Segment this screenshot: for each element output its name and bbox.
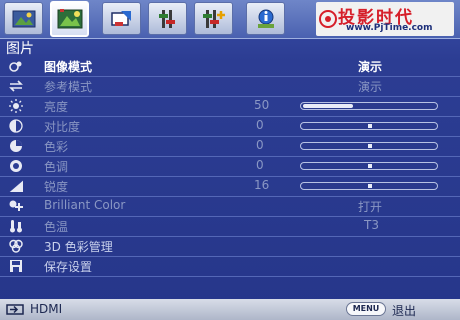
tint-icon: [10, 160, 22, 172]
color-slider[interactable]: [300, 142, 438, 150]
settings-advanced-tab-icon: [202, 9, 225, 28]
menu-key-badge[interactable]: MENU: [346, 302, 386, 316]
site-watermark: 投影时代 www.PjTime.com: [316, 2, 454, 36]
input-source-icon: [6, 304, 24, 315]
tab-picture[interactable]: [4, 2, 43, 35]
save-settings-label: 保存设置: [44, 260, 93, 274]
brightness-label: 亮度: [44, 100, 69, 114]
menu-row-tint[interactable]: 色调 0: [0, 157, 460, 177]
color-slider-knob: [368, 144, 372, 148]
menu-row-picture-mode[interactable]: 图像模式 演示: [0, 57, 460, 77]
picture-mode-value: 演示: [358, 60, 383, 74]
picture-tab-icon: [12, 10, 35, 27]
menu-section-title: 图片: [6, 41, 34, 57]
tint-value: 0: [256, 158, 264, 172]
contrast-label: 对比度: [44, 120, 81, 134]
color-temperature-label: 色温: [44, 220, 69, 234]
menu-row-save-settings[interactable]: 保存设置: [0, 257, 460, 277]
settings-basic-tab-icon: [158, 9, 175, 28]
brightness-slider[interactable]: [300, 102, 438, 110]
save-icon: [10, 260, 22, 272]
picture-mode-label: 图像模式: [44, 60, 93, 74]
sharpness-slider[interactable]: [300, 182, 438, 190]
contrast-slider[interactable]: [300, 122, 438, 130]
tab-display[interactable]: [102, 2, 141, 35]
brilliant-color-value: 打开: [358, 200, 383, 214]
color-temperature-value: T3: [364, 218, 379, 232]
tint-label: 色调: [44, 160, 69, 174]
reference-mode-value: 演示: [358, 80, 383, 94]
sharpness-icon: [8, 179, 24, 193]
brightness-slider-fill: [303, 104, 353, 108]
display-tab-icon: [110, 10, 131, 26]
contrast-value: 0: [256, 118, 264, 132]
tab-information[interactable]: [246, 2, 285, 35]
advanced-picture-tab-icon: [57, 9, 82, 29]
menu-row-contrast[interactable]: 对比度 0: [0, 117, 460, 137]
menu-row-color-temperature[interactable]: 色温 T3: [0, 217, 460, 237]
bottom-status-bar: HDMI MENU 退出: [0, 299, 460, 320]
picture-mode-icon: [9, 61, 22, 72]
sharpness-label: 锐度: [44, 180, 69, 194]
color-temperature-icon: [10, 220, 22, 233]
information-tab-icon: [257, 9, 274, 28]
color-icon: [10, 140, 22, 152]
brilliant-color-icon: [9, 200, 23, 211]
3d-color-icon: [9, 239, 23, 253]
projector-osd-screen: 投影时代 www.PjTime.com 图片 图像模式 演示 参考模式 演示 亮…: [0, 0, 460, 320]
3d-color-management-label: 3D 色彩管理: [44, 240, 113, 254]
brilliant-color-label: Brilliant Color: [44, 198, 126, 212]
brightness-value: 50: [254, 98, 270, 112]
tint-slider-knob: [368, 164, 372, 168]
menu-row-3d-color-management[interactable]: 3D 色彩管理: [0, 237, 460, 257]
menu-row-brightness[interactable]: 亮度 50: [0, 97, 460, 117]
input-source-label: HDMI: [30, 302, 63, 316]
menu-row-reference-mode: 参考模式 演示: [0, 77, 460, 97]
reference-mode-icon: [9, 80, 23, 92]
color-value: 0: [256, 138, 264, 152]
tab-advanced-picture[interactable]: [50, 1, 89, 37]
tint-slider[interactable]: [300, 162, 438, 170]
watermark-url: www.PjTime.com: [346, 23, 433, 33]
reference-mode-label: 参考模式: [44, 80, 93, 94]
color-label: 色彩: [44, 140, 69, 154]
contrast-slider-knob: [368, 124, 372, 128]
exit-label: 退出: [392, 304, 417, 318]
watermark-logo: [319, 10, 337, 28]
menu-row-brilliant-color[interactable]: Brilliant Color 打开: [0, 197, 460, 217]
menu-tab-bar: 投影时代 www.PjTime.com: [0, 0, 460, 39]
brightness-icon: [9, 99, 23, 113]
tab-setting-basic[interactable]: [148, 2, 187, 35]
sharpness-slider-knob: [368, 184, 372, 188]
menu-row-color[interactable]: 色彩 0: [0, 137, 460, 157]
contrast-icon: [9, 119, 23, 133]
tab-setting-advanced[interactable]: [194, 2, 233, 35]
sharpness-value: 16: [254, 178, 270, 192]
menu-row-sharpness[interactable]: 锐度 16: [0, 177, 460, 197]
